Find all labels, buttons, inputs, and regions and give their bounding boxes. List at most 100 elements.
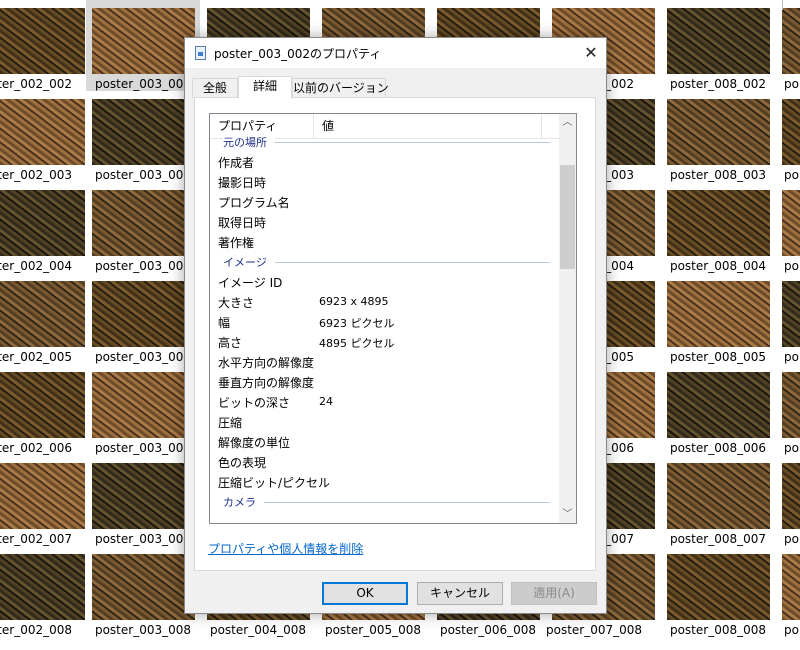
property-row[interactable]: 圧縮: [210, 412, 562, 432]
thumbnail-image: [667, 463, 770, 529]
property-row[interactable]: 解像度の単位: [210, 432, 562, 452]
property-name: 高さ: [218, 336, 243, 350]
thumbnail-item[interactable]: poster_002_004: [0, 182, 90, 273]
property-name: 取得日時: [218, 216, 267, 230]
vertical-scrollbar[interactable]: ︿ ﹀: [559, 114, 576, 523]
thumbnail-item[interactable]: po: [776, 273, 800, 364]
thumbnail-image: [92, 190, 195, 256]
thumbnail-item[interactable]: po: [776, 0, 800, 91]
thumbnail-image: [0, 99, 85, 165]
thumbnail-item[interactable]: poster_008_005: [661, 273, 775, 364]
details-panel: プロパティ 値 元の場所 作成者 撮影日時 プログラム名 取得日時 著作権 イメージ イメージ…: [194, 97, 596, 571]
thumbnail-item[interactable]: po: [776, 364, 800, 455]
group-divider: [223, 502, 550, 503]
property-list[interactable]: プロパティ 値 元の場所 作成者 撮影日時 プログラム名 取得日時 著作権 イメージ イメージ…: [209, 113, 577, 524]
thumbnail-image: [782, 554, 800, 620]
thumbnail-caption: poster_002_002: [0, 77, 73, 91]
property-row[interactable]: 垂直方向の解像度: [210, 372, 562, 392]
property-row[interactable]: 著作権: [210, 232, 562, 252]
property-row[interactable]: 取得日時: [210, 212, 562, 232]
thumbnail-image: [92, 8, 195, 74]
thumbnail-image: [92, 99, 195, 165]
property-name: 作成者: [218, 156, 255, 170]
thumbnail-item[interactable]: poster_002_003: [0, 91, 90, 182]
thumbnail-item[interactable]: poster_008_008: [661, 546, 775, 637]
thumbnail-item[interactable]: poster_008_006: [661, 364, 775, 455]
thumbnail-caption: poster_002_005: [0, 350, 73, 364]
dialog-title: poster_003_002のプロパティ: [214, 47, 382, 61]
thumbnail-caption: poster_005_008: [324, 623, 422, 637]
cancel-button[interactable]: キャンセル: [417, 582, 503, 605]
thumbnail-item[interactable]: poster_002_002: [0, 0, 90, 91]
thumbnail-item[interactable]: poster_008_004: [661, 182, 775, 273]
property-row[interactable]: 大きさ 6923 x 4895: [210, 292, 562, 312]
thumbnail-item[interactable]: po: [776, 182, 800, 273]
thumbnail-item[interactable]: poster_003_006: [86, 364, 200, 455]
thumbnail-image: [0, 190, 85, 256]
thumbnail-caption: po: [784, 350, 799, 364]
thumbnail-caption: poster_002_007: [0, 532, 73, 546]
thumbnail-caption: po: [784, 259, 799, 273]
thumbnail-item[interactable]: poster_003_007: [86, 455, 200, 546]
thumbnail-image: [0, 281, 85, 347]
thumbnail-image: [92, 281, 195, 347]
thumbnail-caption: poster_002_008: [0, 623, 73, 637]
thumbnail-item[interactable]: poster_008_003: [661, 91, 775, 182]
thumbnail-caption: poster_003_003: [94, 168, 192, 182]
apply-button[interactable]: 適用(A): [511, 582, 597, 605]
property-name: ビットの深さ: [218, 396, 291, 410]
thumbnail-image: [92, 372, 195, 438]
property-row[interactable]: ビットの深さ 24: [210, 392, 562, 412]
thumbnail-item[interactable]: poster_003_002: [86, 0, 200, 91]
property-row[interactable]: 水平方向の解像度: [210, 352, 562, 372]
thumbnail-item[interactable]: poster_003_008: [86, 546, 200, 637]
scroll-up-arrow-icon[interactable]: ︿: [559, 114, 576, 131]
scrollbar-thumb[interactable]: [560, 165, 575, 269]
thumbnail-item[interactable]: poster_003_004: [86, 182, 200, 273]
dialog-titlebar[interactable]: poster_003_002のプロパティ ✕: [185, 38, 606, 68]
explorer-scrollbar[interactable]: [782, 0, 783, 10]
property-value: 6923 ピクセル: [319, 317, 395, 330]
property-row[interactable]: 幅 6923 ピクセル: [210, 312, 562, 332]
thumbnail-caption: poster_003_007: [94, 532, 192, 546]
close-button[interactable]: ✕: [576, 38, 606, 68]
thumbnail-item[interactable]: po: [776, 455, 800, 546]
property-row[interactable]: 圧縮ビット/ピクセル: [210, 472, 562, 492]
image-file-icon: [195, 46, 206, 60]
thumbnail-item[interactable]: po: [776, 546, 800, 637]
thumbnail-item[interactable]: poster_003_003: [86, 91, 200, 182]
group-label: 元の場所: [223, 134, 275, 150]
property-row[interactable]: 色の表現: [210, 452, 562, 472]
ok-button[interactable]: OK: [322, 582, 408, 605]
remove-properties-link[interactable]: プロパティや個人情報を削除: [208, 540, 363, 557]
thumbnail-item[interactable]: poster_008_007: [661, 455, 775, 546]
thumbnail-image: [667, 99, 770, 165]
group-label: イメージ: [223, 254, 275, 270]
tab-details[interactable]: 詳細: [238, 76, 292, 99]
property-name: 撮影日時: [218, 176, 267, 190]
thumbnail-image: [0, 554, 85, 620]
thumbnail-caption: poster_007_008: [546, 623, 643, 637]
property-name: 圧縮: [218, 416, 243, 430]
property-row[interactable]: 作成者: [210, 152, 562, 172]
property-row[interactable]: 高さ 4895 ピクセル: [210, 332, 562, 352]
tab-previous-versions[interactable]: 以前のバージョン: [292, 78, 389, 98]
property-name: 大きさ: [218, 296, 255, 310]
thumbnail-item[interactable]: poster_008_002: [661, 0, 775, 91]
thumbnail-item[interactable]: poster_002_005: [0, 273, 90, 364]
thumbnail-item[interactable]: poster_002_008: [0, 546, 90, 637]
thumbnail-image: [92, 554, 195, 620]
property-row[interactable]: 撮影日時: [210, 172, 562, 192]
property-row[interactable]: イメージ ID: [210, 272, 562, 292]
thumbnail-image: [0, 8, 85, 74]
scroll-down-arrow-icon[interactable]: ﹀: [559, 506, 576, 523]
property-row[interactable]: プログラム名: [210, 192, 562, 212]
thumbnail-item[interactable]: po: [776, 91, 800, 182]
thumbnail-caption: poster_003_002: [94, 77, 192, 91]
thumbnail-caption: poster_003_006: [94, 441, 192, 455]
thumbnail-item[interactable]: poster_002_006: [0, 364, 90, 455]
thumbnail-item[interactable]: poster_003_005: [86, 273, 200, 364]
thumbnail-caption: poster_004_008: [209, 623, 307, 637]
thumbnail-item[interactable]: poster_002_007: [0, 455, 90, 546]
tab-general[interactable]: 全般: [192, 78, 238, 98]
